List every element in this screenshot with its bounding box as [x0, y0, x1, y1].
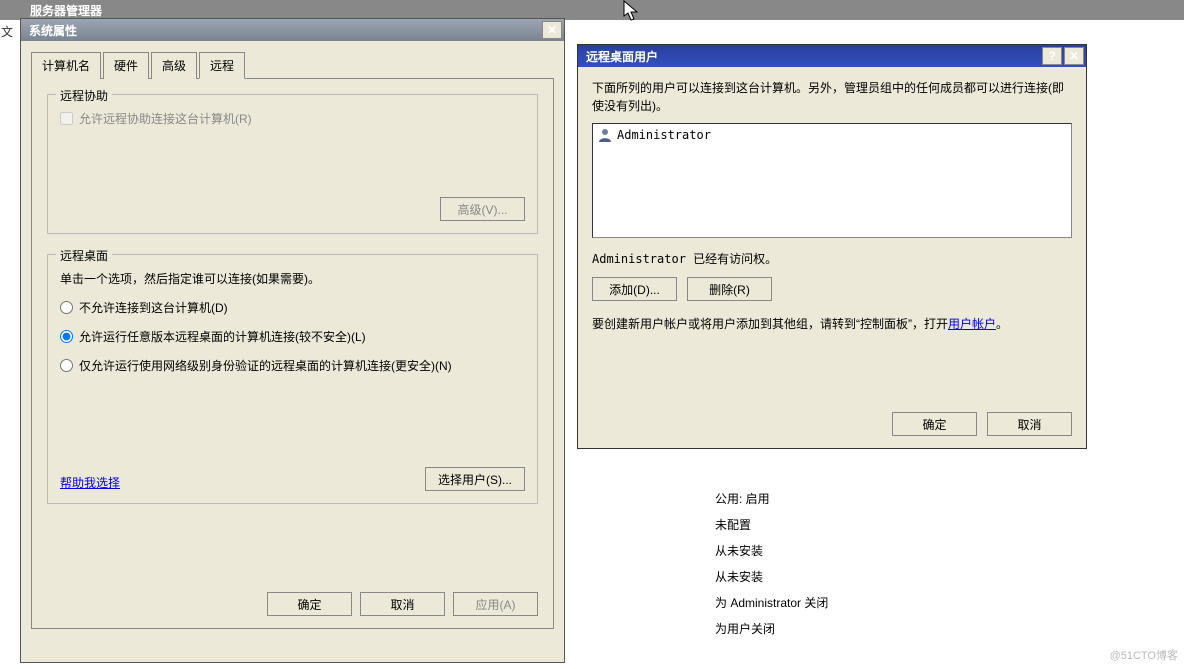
remote-desktop-group: 远程桌面 单击一个选项，然后指定谁可以连接(如果需要)。 不允许连接到这台计算机… [47, 254, 538, 504]
background-status: 公用: 启用 未配置 从未安装 从未安装 为 Administrator 关闭 … [715, 486, 828, 642]
sysprops-tabs: 计算机名 硬件 高级 远程 [31, 51, 554, 79]
rdusers-ok-row: 确定 取消 [892, 412, 1072, 436]
left-char: 文 [1, 23, 13, 40]
cancel-button[interactable]: 取消 [360, 592, 445, 616]
status-line: 公用: 启用 [715, 486, 828, 512]
rdusers-titlebar[interactable]: 远程桌面用户 ? ✕ [578, 45, 1086, 67]
background-window-title: 服务器管理器 [0, 0, 1184, 20]
rdusers-add-remove-row: 添加(D)... 删除(R) [592, 277, 1072, 301]
apply-button: 应用(A) [453, 592, 538, 616]
select-users-button[interactable]: 选择用户(S)... [425, 467, 525, 491]
list-item[interactable]: Administrator [595, 126, 1069, 144]
watermark: @51CTO博客 [1110, 647, 1178, 663]
help-me-choose-link[interactable]: 帮助我选择 [60, 476, 120, 490]
status-line: 为 Administrator 关闭 [715, 590, 828, 616]
rd-radio-any[interactable] [60, 330, 73, 343]
add-user-button[interactable]: 添加(D)... [592, 277, 677, 301]
status-line: 从未安装 [715, 564, 828, 590]
ok-button[interactable]: 确定 [892, 412, 977, 436]
remote-assist-legend: 远程协助 [56, 87, 112, 104]
sysprops-button-row: 确定 取消 应用(A) [267, 592, 538, 616]
rd-radio-nla[interactable] [60, 359, 73, 372]
rd-radio-deny-label: 不允许连接到这台计算机(D) [79, 299, 228, 316]
rd-radio-deny[interactable] [60, 301, 73, 314]
create-msg-suffix: 。 [996, 317, 1008, 331]
close-icon[interactable]: ✕ [1064, 47, 1084, 65]
rd-option-nla[interactable]: 仅允许运行使用网络级别身份验证的远程桌面的计算机连接(更安全)(N) [60, 357, 525, 374]
close-icon[interactable]: ✕ [542, 21, 562, 39]
user-icon [597, 127, 613, 143]
list-item-label: Administrator [617, 128, 711, 142]
rd-radio-nla-label: 仅允许运行使用网络级别身份验证的远程桌面的计算机连接(更安全)(N) [79, 357, 452, 374]
tab-hardware[interactable]: 硬件 [103, 52, 149, 79]
mouse-cursor-icon [623, 0, 641, 22]
sysprops-titlebar[interactable]: 系统属性 ✕ [21, 19, 564, 41]
rdusers-intro: 下面所列的用户可以连接到这台计算机。另外，管理员组中的任何成员都可以进行连接(即… [592, 79, 1072, 115]
rd-option-any[interactable]: 允许运行任意版本远程桌面的计算机连接(较不安全)(L) [60, 328, 525, 345]
create-msg-prefix: 要创建新用户帐户或将用户添加到其他组，请转到“控制面板”，打开 [592, 317, 948, 331]
sysprops-title: 系统属性 [29, 22, 542, 39]
rd-radio-any-label: 允许运行任意版本远程桌面的计算机连接(较不安全)(L) [79, 328, 366, 345]
remote-assist-check-input [60, 112, 73, 125]
remote-assist-advanced-button: 高级(V)... [440, 197, 525, 221]
system-properties-window: 系统属性 ✕ 计算机名 硬件 高级 远程 远程协助 允许远程协助连接这台计算机(… [20, 18, 565, 663]
allow-remote-assist-checkbox: 允许远程协助连接这台计算机(R) [60, 110, 525, 127]
rd-option-deny[interactable]: 不允许连接到这台计算机(D) [60, 299, 525, 316]
tab-remote[interactable]: 远程 [199, 52, 245, 79]
help-icon[interactable]: ? [1042, 47, 1062, 65]
tab-computer-name[interactable]: 计算机名 [31, 52, 101, 79]
rdusers-create-msg: 要创建新用户帐户或将用户添加到其他组，请转到“控制面板”，打开用户帐户。 [592, 315, 1072, 333]
cancel-button[interactable]: 取消 [987, 412, 1072, 436]
user-accounts-link[interactable]: 用户帐户 [948, 317, 996, 331]
remote-assist-check-label: 允许远程协助连接这台计算机(R) [79, 110, 252, 127]
tab-advanced[interactable]: 高级 [151, 52, 197, 79]
rdusers-title: 远程桌面用户 [586, 48, 1042, 65]
remote-desktop-legend: 远程桌面 [56, 247, 112, 264]
rdusers-listbox[interactable]: Administrator [592, 123, 1072, 238]
tab-remote-content: 远程协助 允许远程协助连接这台计算机(R) 高级(V)... 远程桌面 单击一个… [31, 79, 554, 629]
remote-desktop-hint: 单击一个选项，然后指定谁可以连接(如果需要)。 [60, 270, 525, 287]
remote-assist-group: 远程协助 允许远程协助连接这台计算机(R) 高级(V)... [47, 94, 538, 234]
ok-button[interactable]: 确定 [267, 592, 352, 616]
remove-user-button[interactable]: 删除(R) [687, 277, 772, 301]
status-line: 为用户关闭 [715, 616, 828, 642]
status-line: 未配置 [715, 512, 828, 538]
remote-desktop-users-window: 远程桌面用户 ? ✕ 下面所列的用户可以连接到这台计算机。另外，管理员组中的任何… [577, 44, 1087, 449]
status-line: 从未安装 [715, 538, 828, 564]
rdusers-body: 下面所列的用户可以连接到这台计算机。另外，管理员组中的任何成员都可以进行连接(即… [578, 67, 1086, 345]
rdusers-access-msg: Administrator 已经有访问权。 [592, 250, 1072, 267]
